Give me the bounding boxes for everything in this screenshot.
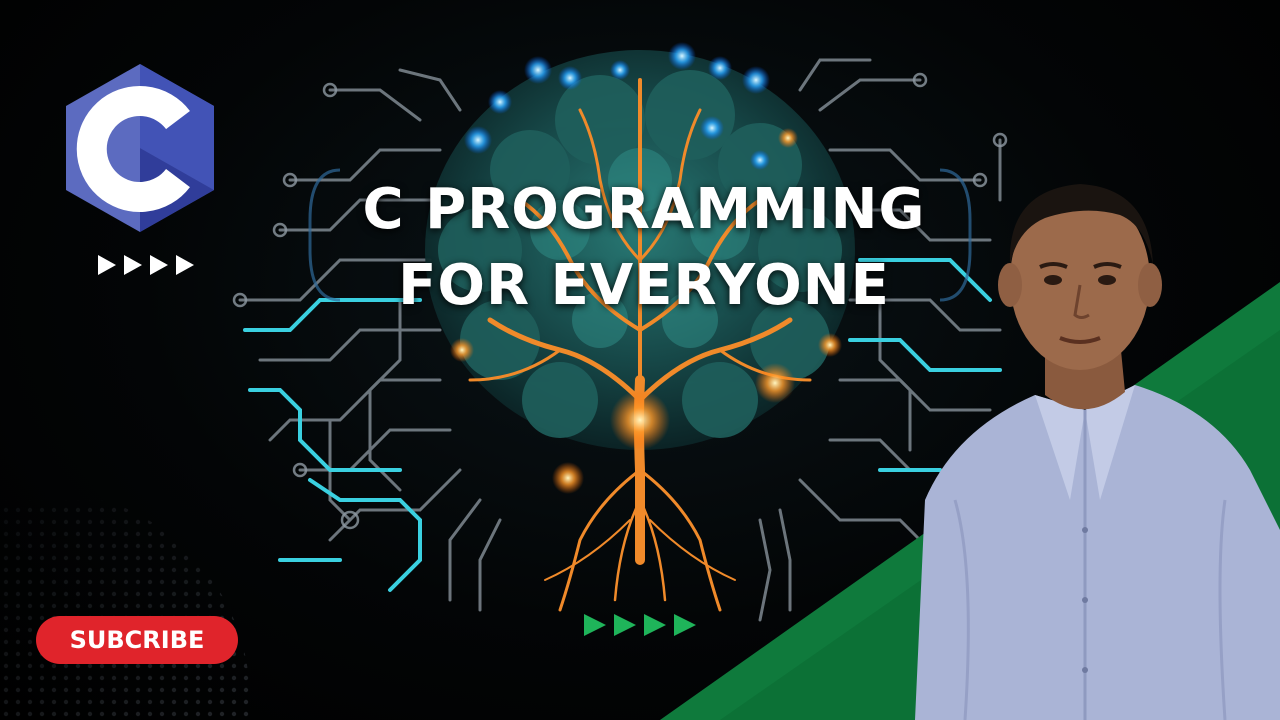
subscribe-button[interactable]: SUBCRIBE — [36, 616, 238, 664]
presenter-photo — [915, 184, 1280, 720]
c-language-logo — [66, 64, 214, 232]
play-arrows-icon — [584, 614, 696, 636]
video-thumbnail: C PROGRAMMING FOR EVERYONE SUBCRIBE — [0, 0, 1280, 720]
play-arrows-icon — [98, 255, 194, 275]
